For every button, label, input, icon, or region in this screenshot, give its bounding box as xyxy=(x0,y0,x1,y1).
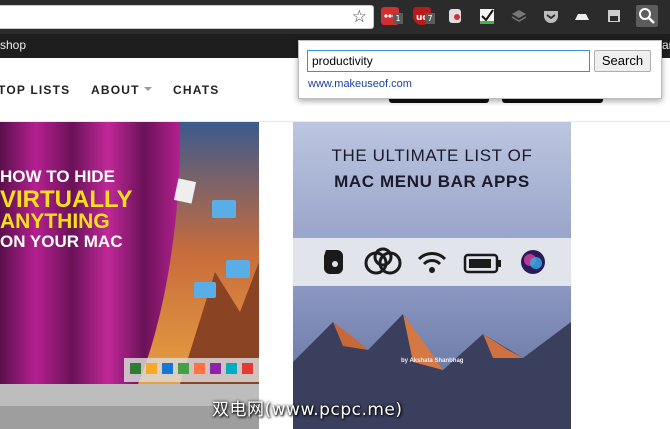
bookmark-item-shop[interactable]: shop xyxy=(0,38,26,52)
hat-extension-icon[interactable] xyxy=(573,7,591,25)
browser-toolbar: ☆ 1 uo 7 xyxy=(0,0,670,34)
article-image-menu-bar-apps[interactable]: THE ULTIMATE LIST OF MAC MENU BAR APPS b… xyxy=(293,122,571,429)
search-button[interactable]: Search xyxy=(594,50,651,72)
article-image-hide-on-mac[interactable]: HOW TO HIDE VIRTUALLY ANYTHING ON YOUR M… xyxy=(0,122,259,429)
cover-title-line-2: MAC MENU BAR APPS xyxy=(334,172,530,191)
cover-line-4: ON YOUR MAC xyxy=(0,232,123,251)
buffer-icon[interactable] xyxy=(510,7,528,25)
wifi-icon xyxy=(417,252,447,273)
battery-icon xyxy=(463,253,501,274)
about-chevron-down-icon xyxy=(144,87,152,91)
cover-line-1: HOW TO HIDE xyxy=(0,167,115,186)
site-search-popup: Search www.makeuseof.com xyxy=(298,40,662,99)
cover-title-line-1: THE ULTIMATE LIST OF xyxy=(331,146,533,165)
cover-byline: by Akshata Shanbhag xyxy=(401,358,464,364)
save-page-icon[interactable] xyxy=(605,7,623,25)
evernote-elephant-icon xyxy=(324,250,343,274)
ublock-badge: 7 xyxy=(425,13,435,24)
address-bar[interactable]: ☆ xyxy=(0,5,374,29)
bookmark-item-right[interactable]: ar xyxy=(662,38,670,52)
search-input[interactable] xyxy=(307,50,590,72)
site-link[interactable]: www.makeuseof.com xyxy=(308,78,412,90)
watermark-text: 双电网(www.pcpc.me) xyxy=(212,400,403,420)
bookmark-star-icon[interactable]: ☆ xyxy=(352,7,367,27)
cover-line-3: ANYTHING xyxy=(0,210,110,233)
search-extension-icon[interactable] xyxy=(636,5,658,27)
lastpass-badge: 1 xyxy=(393,13,403,24)
nav-chats[interactable]: CHATS xyxy=(173,83,219,97)
siri-icon xyxy=(521,250,545,274)
nav-top-lists[interactable]: TOP LISTS xyxy=(0,83,70,97)
cover-line-2: VIRTUALLY xyxy=(0,186,133,213)
pocket-icon[interactable] xyxy=(542,7,560,25)
evernote-clipper-icon[interactable] xyxy=(446,7,464,25)
nav-about[interactable]: ABOUT xyxy=(91,83,140,97)
checker-plus-icon[interactable] xyxy=(478,7,496,25)
screenshot: ☆ 1 uo 7 shop a TOP LISTS ABOUT CHATS HO… xyxy=(0,0,670,429)
creative-cloud-icon xyxy=(364,247,402,275)
